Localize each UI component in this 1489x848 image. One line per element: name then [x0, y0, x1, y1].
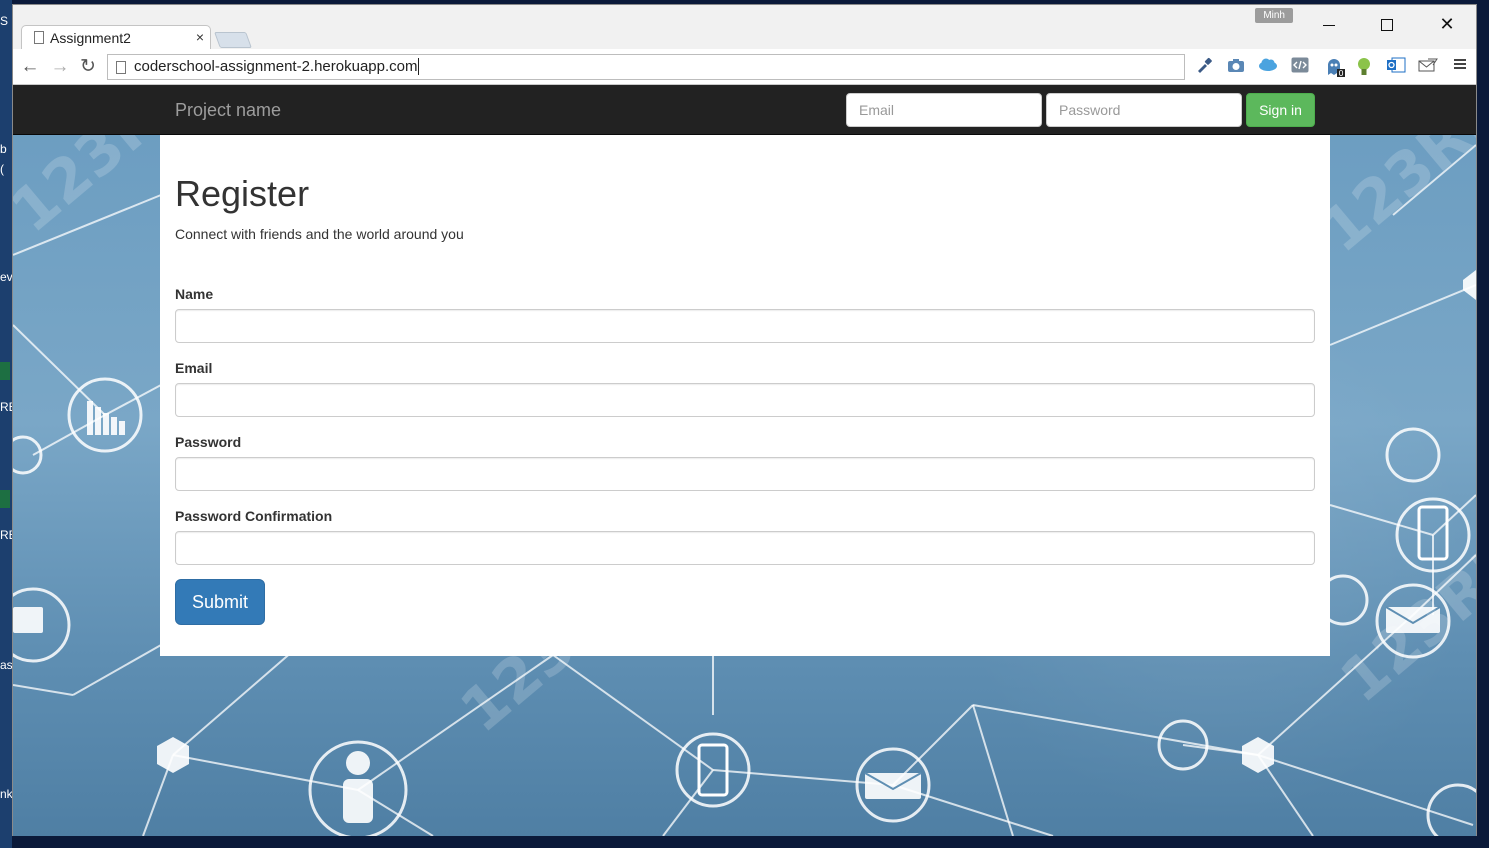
desktop-edge: S b ( ev RE RE as nk — [0, 0, 12, 848]
desktop-fragment: b — [0, 142, 7, 156]
page-icon — [34, 31, 44, 44]
email-field[interactable] — [175, 383, 1315, 417]
minimize-icon — [1323, 24, 1335, 26]
name-field[interactable] — [175, 309, 1315, 343]
excel-icon[interactable] — [0, 362, 10, 380]
code-icon[interactable] — [1290, 57, 1310, 77]
maximize-button[interactable] — [1358, 11, 1416, 37]
outlook-icon[interactable] — [1386, 57, 1406, 77]
tab-assignment2[interactable]: Assignment2 × — [21, 25, 211, 51]
menu-icon[interactable] — [1450, 57, 1470, 77]
bulb-icon[interactable] — [1354, 57, 1374, 77]
tab-title: Assignment2 — [50, 30, 131, 46]
browser-window: Assignment2 × Minh ✕ ← → ↻ coderschool-a… — [12, 4, 1477, 836]
desktop-fragment: as — [0, 658, 12, 672]
desktop-fragment: nk — [0, 787, 12, 801]
forward-button[interactable]: → — [49, 56, 71, 78]
eyedropper-icon[interactable] — [1194, 57, 1214, 77]
brand-link[interactable]: Project name — [175, 100, 281, 121]
password-confirmation-label: Password Confirmation — [175, 508, 333, 524]
address-url[interactable]: coderschool-assignment-2.herokuapp.com — [134, 58, 420, 75]
password-label: Password — [175, 434, 242, 450]
desktop-fragment: S — [0, 14, 9, 28]
ghost-badge: 0 — [1338, 69, 1343, 77]
address-bar[interactable]: coderschool-assignment-2.herokuapp.com — [107, 54, 1185, 80]
sign-in-button[interactable]: Sign in — [1246, 93, 1315, 127]
close-window-button[interactable]: ✕ — [1418, 11, 1476, 37]
ghost-icon[interactable]: 0 — [1324, 57, 1345, 78]
page-viewport: 123RF 123RF 123RF 123RF Project name Sig… — [13, 85, 1476, 836]
nav-password-input[interactable] — [1046, 93, 1242, 127]
cloud-icon[interactable] — [1258, 57, 1278, 77]
new-tab-button[interactable] — [214, 32, 252, 48]
page-title: Register — [175, 173, 310, 214]
excel-icon[interactable] — [0, 490, 10, 508]
desktop-fragment: ( — [0, 162, 4, 176]
minimize-button[interactable] — [1300, 11, 1358, 37]
top-navbar: Project name Sign in — [13, 85, 1476, 135]
camera-icon[interactable] — [1226, 57, 1246, 77]
nav-email-input[interactable] — [846, 93, 1042, 127]
name-label: Name — [175, 286, 214, 302]
page-icon — [116, 61, 126, 74]
register-lead: Connect with friends and the world aroun… — [175, 226, 464, 242]
desktop-fragment: RE — [0, 528, 12, 542]
password-confirmation-field[interactable] — [175, 531, 1315, 565]
reload-button[interactable]: ↻ — [77, 56, 99, 78]
profile-badge[interactable]: Minh — [1255, 8, 1293, 23]
maximize-icon — [1381, 19, 1393, 32]
browser-toolbar: ← → ↻ coderschool-assignment-2.herokuapp… — [13, 49, 1476, 123]
desktop-fragment: ev — [0, 270, 12, 284]
submit-button[interactable]: Submit — [175, 579, 265, 625]
mail-icon[interactable] — [1418, 57, 1438, 77]
tab-close-icon[interactable]: × — [196, 29, 204, 45]
password-field[interactable] — [175, 457, 1315, 491]
back-button[interactable]: ← — [19, 56, 41, 78]
desktop-fragment: RE — [0, 400, 12, 414]
title-bar: Assignment2 × Minh ✕ — [13, 5, 1476, 51]
email-label: Email — [175, 360, 213, 376]
register-panel: Register Connect with friends and the wo… — [160, 135, 1330, 656]
